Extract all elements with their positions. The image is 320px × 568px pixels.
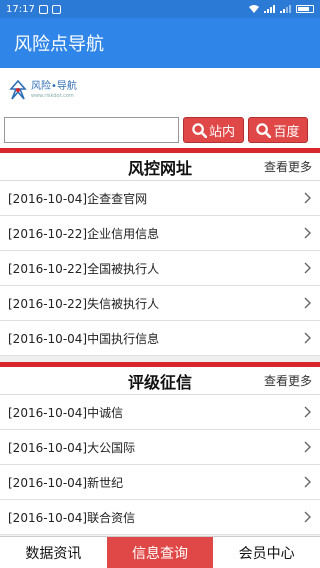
chevron-right-icon	[304, 192, 311, 204]
tab-data-news[interactable]: 数据资讯	[0, 537, 107, 568]
section-rating-credit: 评级征信 查看更多 [2016-10-04]中诚信 [2016-10-04]大公…	[0, 367, 320, 535]
list-item[interactable]: [2016-10-22]企业信用信息	[0, 216, 320, 251]
tab-member-center[interactable]: 会员中心	[213, 537, 320, 568]
search-baidu-button[interactable]: 百度	[248, 117, 308, 143]
section-header: 评级征信 查看更多	[0, 367, 320, 395]
search-baidu-label: 百度	[273, 124, 300, 140]
tab-info-query[interactable]: 信息查询	[106, 537, 214, 568]
notification-icon-2	[51, 4, 61, 14]
logo-icon	[9, 79, 27, 100]
app-bar: 风险点导航	[0, 18, 320, 68]
search-input[interactable]	[4, 117, 179, 143]
list-item[interactable]: [2016-10-04]中诚信	[0, 395, 320, 430]
signal-icon	[264, 5, 275, 13]
chevron-right-icon	[304, 406, 311, 418]
list-item[interactable]: [2016-10-04]大公国际	[0, 430, 320, 465]
view-more-link[interactable]: 查看更多	[264, 372, 312, 389]
chevron-right-icon	[304, 441, 311, 453]
list-item-label: [2016-10-04]联合资信	[8, 510, 136, 525]
chevron-right-icon	[304, 476, 311, 488]
search-icon	[192, 122, 207, 138]
chevron-right-icon	[304, 511, 311, 523]
list-item-label: [2016-10-04]大公国际	[8, 440, 136, 455]
list-item-label: [2016-10-22]全国被执行人	[8, 261, 160, 276]
view-more-link[interactable]: 查看更多	[264, 158, 312, 175]
chevron-right-icon	[304, 297, 311, 309]
section-title: 风控网址	[127, 158, 192, 178]
list-item-label: [2016-10-04]企查查官网	[8, 191, 148, 206]
chevron-right-icon	[304, 332, 311, 344]
battery-icon	[296, 5, 314, 13]
signal-icon-2	[280, 5, 291, 13]
list-item-label: [2016-10-04]中诚信	[8, 405, 124, 420]
list-item[interactable]: [2016-10-22]失信被执行人	[0, 286, 320, 321]
list-item[interactable]: [2016-10-22]全国被执行人	[0, 251, 320, 286]
app-title: 风险点导航	[14, 34, 104, 55]
wifi-icon	[249, 5, 259, 13]
notification-icon	[38, 4, 48, 14]
search-site-button[interactable]: 站内	[183, 117, 244, 143]
section-title: 评级征信	[127, 372, 192, 392]
bottom-nav: 数据资讯 信息查询 会员中心	[0, 536, 320, 568]
list-item-label: [2016-10-04]新世纪	[8, 475, 124, 490]
logo-banner: 风险•导航 www.riskdot.com	[0, 68, 320, 112]
list-item[interactable]: [2016-10-04]中国执行信息	[0, 321, 320, 356]
list-item-label: [2016-10-22]失信被执行人	[8, 296, 160, 311]
search-icon	[256, 122, 272, 138]
section-risk-control: 风控网址 查看更多 [2016-10-04]企查查官网 [2016-10-22]…	[0, 153, 320, 356]
search-bar: 站内 百度	[0, 112, 320, 148]
logo-name: 风险•导航	[31, 80, 77, 92]
list-item-label: [2016-10-22]企业信用信息	[8, 226, 160, 241]
list-item[interactable]: [2016-10-04]联合资信	[0, 500, 320, 535]
chevron-right-icon	[304, 227, 311, 239]
chevron-right-icon	[304, 262, 311, 274]
search-site-label: 站内	[208, 124, 235, 140]
logo-url: www.riskdot.com	[31, 92, 74, 99]
list-item-label: [2016-10-04]中国执行信息	[8, 331, 160, 346]
list-item[interactable]: [2016-10-04]新世纪	[0, 465, 320, 500]
status-bar: 17:17	[0, 0, 320, 18]
list-item[interactable]: [2016-10-04]企查查官网	[0, 181, 320, 216]
status-time: 17:17	[6, 3, 35, 15]
section-header: 风控网址 查看更多	[0, 153, 320, 181]
